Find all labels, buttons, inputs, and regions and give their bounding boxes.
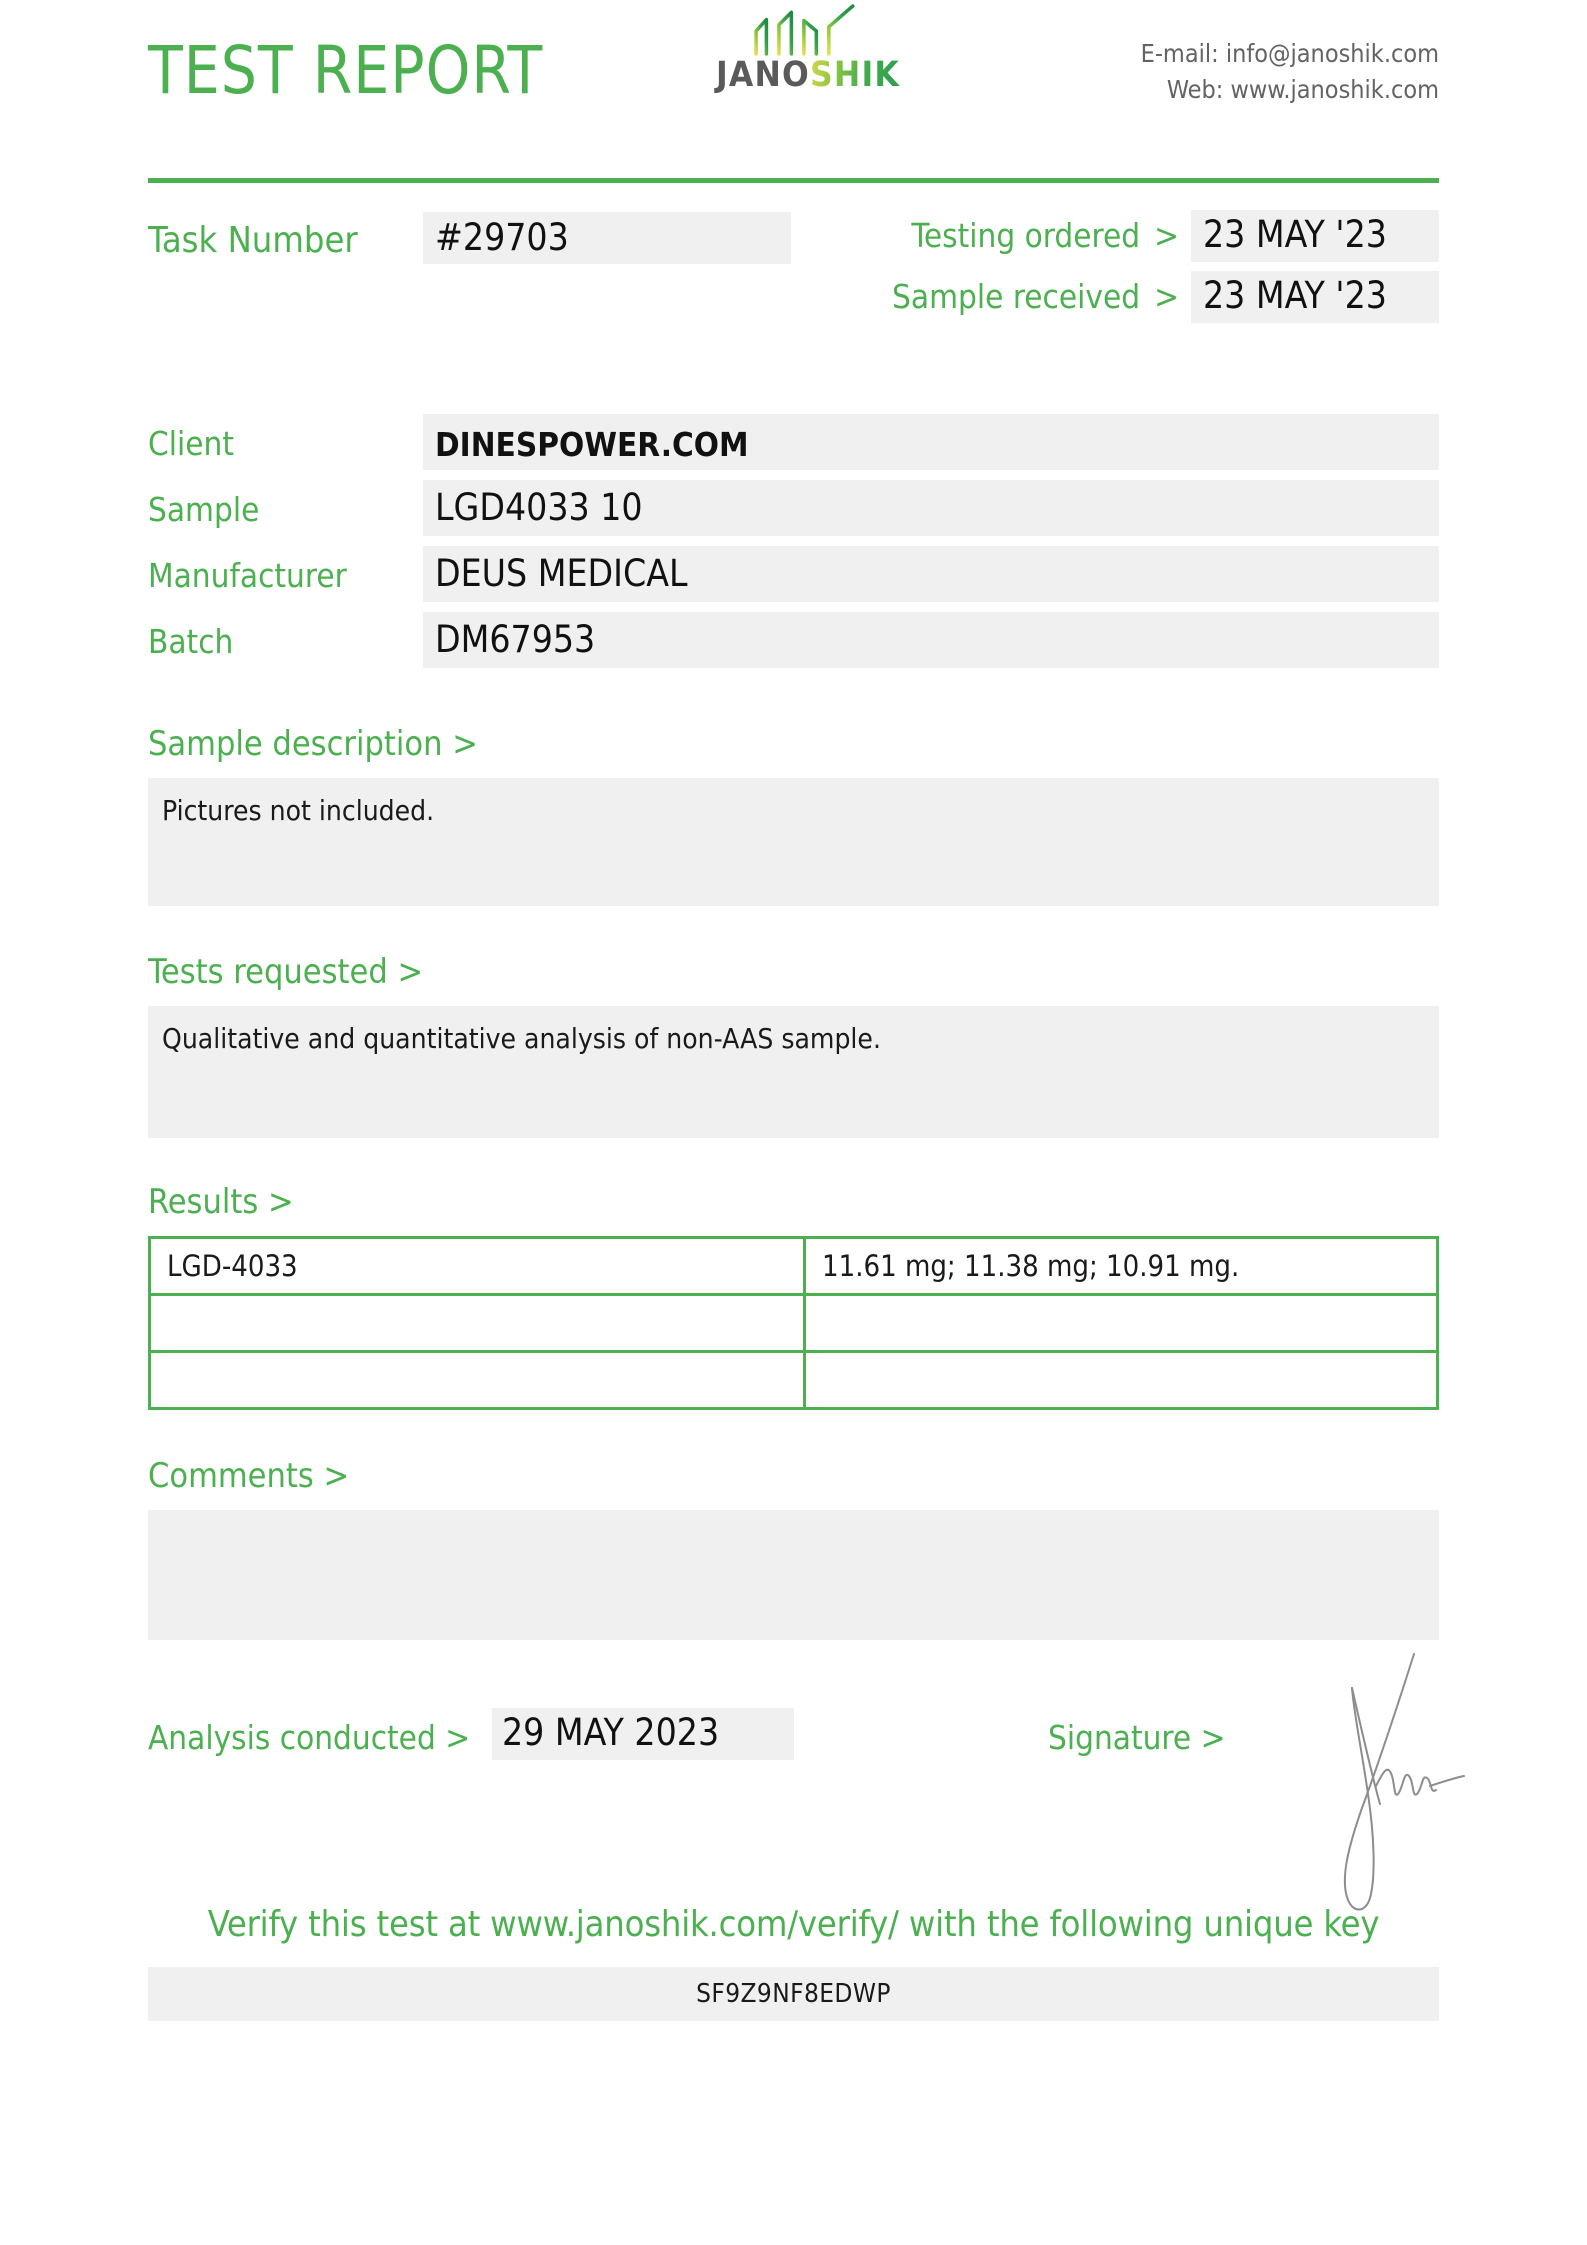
test-report-page: TEST REPORT JANOSHIK E-mail: info@janosh… [0, 0, 1587, 2245]
result-substance [148, 1293, 806, 1353]
info-row-batch: Batch DM67953 [148, 612, 1439, 678]
email-line: E-mail: info@janoshik.com [1140, 39, 1439, 68]
testing-ordered-value: 23 MAY '23 [1191, 210, 1439, 262]
result-value [803, 1350, 1439, 1410]
report-header: TEST REPORT JANOSHIK E-mail: info@janosh… [148, 0, 1439, 170]
testing-ordered-label: Testing ordered [911, 216, 1141, 255]
table-row: LGD-4033 11.61 mg; 11.38 mg; 10.91 mg. [148, 1236, 1439, 1296]
chart-zigzag-icon [754, 4, 855, 56]
header-divider [148, 178, 1439, 183]
analysis-conducted-label: Analysis conducted > [148, 1718, 471, 1757]
caret-icon: > [1154, 216, 1179, 255]
sample-received-label: Sample received [892, 277, 1141, 316]
verify-text: Verify this test at www.janoshik.com/ver… [207, 1904, 1380, 1945]
client-value: DINESPOWER.COM [423, 414, 1439, 470]
result-substance: LGD-4033 [148, 1236, 806, 1296]
result-value: 11.61 mg; 11.38 mg; 10.91 mg. [803, 1236, 1439, 1296]
handwritten-signature [1343, 1653, 1465, 1911]
manufacturer-value: DEUS MEDICAL [423, 546, 1439, 602]
sample-info-table: Client DINESPOWER.COM Sample LGD4033 10 … [148, 414, 1439, 678]
comments-section: Comments > [148, 1456, 1439, 1640]
tests-requested-text: Qualitative and quantitative analysis of… [148, 1006, 1439, 1138]
comments-heading: Comments > [148, 1456, 350, 1496]
sample-description-text: Pictures not included. [148, 778, 1439, 906]
batch-value: DM67953 [423, 612, 1439, 668]
page-title: TEST REPORT [148, 32, 544, 109]
sample-received-row: Sample received > 23 MAY '23 [824, 271, 1439, 323]
sample-label: Sample [148, 490, 260, 529]
sample-received-value: 23 MAY '23 [1191, 271, 1439, 323]
tests-requested-section: Tests requested > Qualitative and quanti… [148, 952, 1439, 1138]
analysis-signature-row: Analysis conducted > 29 MAY 2023 Signatu… [148, 1653, 1465, 1911]
result-value [803, 1293, 1439, 1353]
sample-description-section: Sample description > Pictures not includ… [148, 724, 1439, 906]
client-label: Client [148, 424, 234, 463]
table-row [148, 1350, 1439, 1410]
sample-value: LGD4033 10 [423, 480, 1439, 536]
batch-label: Batch [148, 622, 234, 661]
logo-word-gradient: SHIK [810, 55, 900, 95]
info-row-sample: Sample LGD4033 10 [148, 480, 1439, 546]
results-heading: Results > [148, 1182, 294, 1222]
info-row-client: Client DINESPOWER.COM [148, 414, 1439, 480]
signature-label: Signature > [1048, 1718, 1226, 1757]
table-row [148, 1293, 1439, 1353]
web-line: Web: www.janoshik.com [1166, 74, 1439, 104]
results-table: LGD-4033 11.61 mg; 11.38 mg; 10.91 mg. [148, 1236, 1439, 1410]
logo-wordmark: JANOSHIK [688, 58, 928, 93]
tests-requested-heading: Tests requested > [148, 952, 424, 992]
testing-ordered-row: Testing ordered > 23 MAY '23 [824, 210, 1439, 262]
dates-block: Testing ordered > 23 MAY '23 Sample rece… [824, 210, 1439, 332]
analysis-conducted-value: 29 MAY 2023 [492, 1708, 794, 1760]
janoshik-logo: JANOSHIK [688, 4, 928, 93]
sample-description-heading: Sample description > [148, 724, 478, 764]
result-substance [148, 1350, 806, 1410]
caret-icon: > [1154, 277, 1179, 316]
logo-word-dark: JANO [716, 55, 811, 95]
info-row-manufacturer: Manufacturer DEUS MEDICAL [148, 546, 1439, 612]
unique-key-value: SF9Z9NF8EDWP [148, 1967, 1439, 2021]
task-number-label: Task Number [148, 220, 358, 261]
comments-text [148, 1510, 1439, 1640]
results-section: Results > LGD-4033 11.61 mg; 11.38 mg; 1… [148, 1182, 1439, 1410]
task-number-value: #29703 [423, 212, 791, 264]
contact-info: E-mail: info@janoshik.com Web: www.janos… [1141, 36, 1439, 107]
manufacturer-label: Manufacturer [148, 556, 347, 595]
task-and-dates-row: Task Number #29703 Testing ordered > 23 … [148, 210, 1439, 338]
